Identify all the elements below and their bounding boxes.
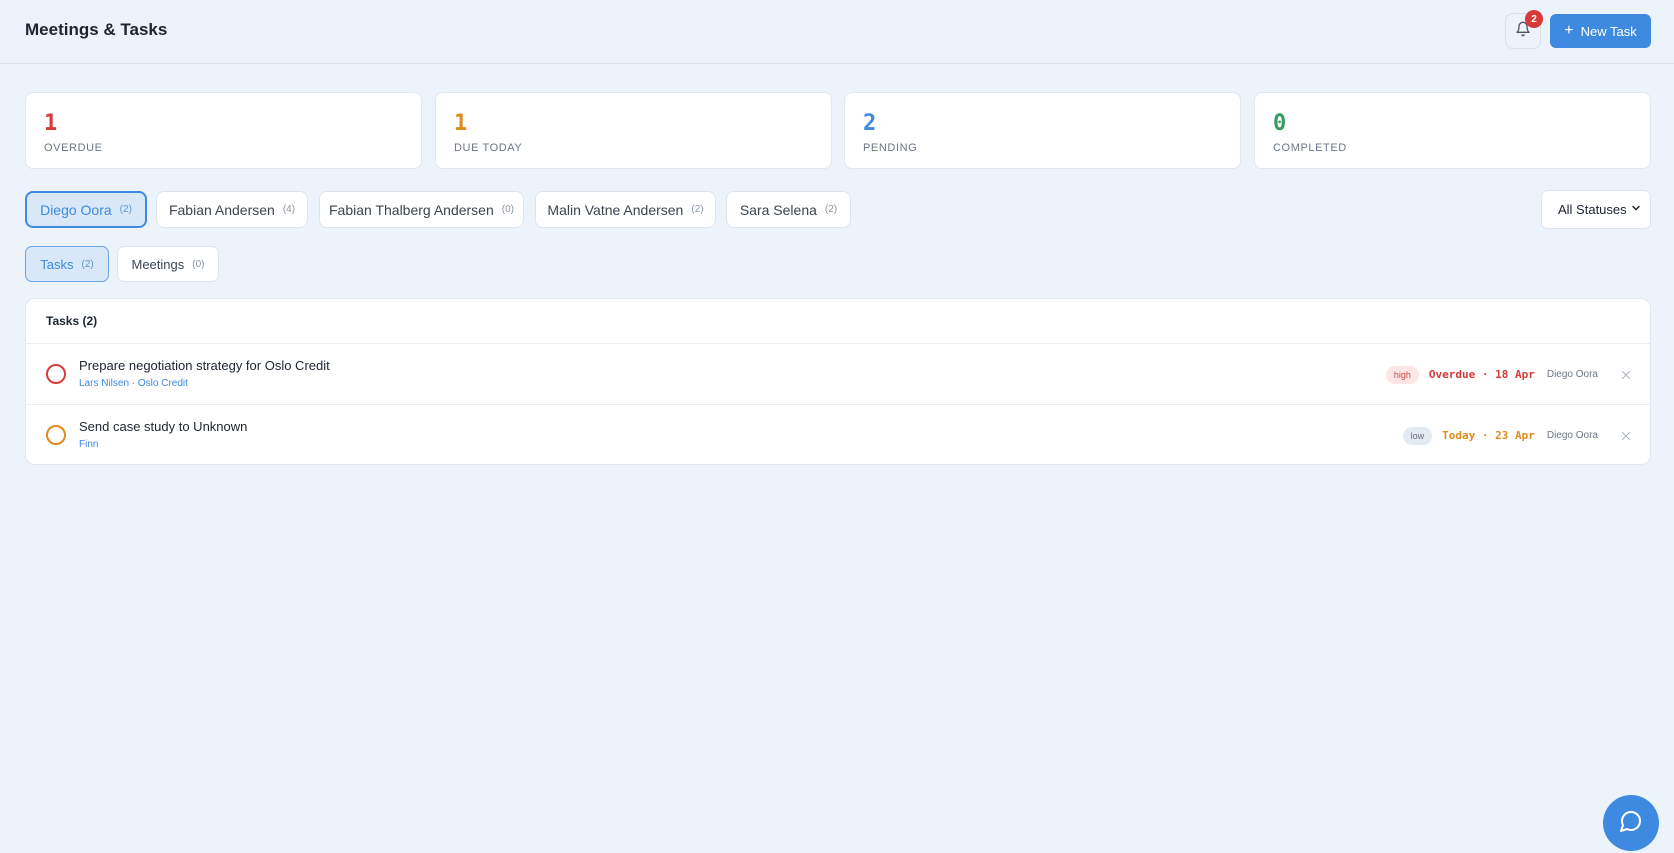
chat-button[interactable] bbox=[1603, 795, 1659, 851]
tasks-panel-title: Tasks (2) bbox=[46, 314, 98, 328]
stat-value: 2 bbox=[863, 111, 877, 136]
new-task-label: New Task bbox=[1580, 23, 1637, 39]
status-filter-value: All Statuses bbox=[1558, 202, 1627, 217]
priority-badge: high bbox=[1385, 365, 1419, 384]
task-complete-toggle[interactable] bbox=[46, 364, 66, 384]
person-name: Sara Selena bbox=[739, 201, 817, 218]
stat-card-overdue: 1 OVERDUE bbox=[25, 92, 422, 169]
top-bar: Meetings & Tasks 2 + New Task bbox=[0, 0, 1674, 64]
person-filter-diego-oora[interactable]: Diego Oora (2) bbox=[25, 191, 147, 228]
new-task-button[interactable]: + New Task bbox=[1550, 14, 1651, 48]
stat-label: OVERDUE bbox=[44, 142, 103, 154]
person-name: Diego Oora bbox=[40, 201, 112, 218]
status-filter-select[interactable]: All Statuses bbox=[1541, 190, 1651, 229]
person-filter-fabian-andersen[interactable]: Fabian Andersen (4) bbox=[156, 191, 308, 228]
person-count: (2) bbox=[119, 204, 132, 215]
task-contact-link[interactable]: Finn bbox=[79, 439, 98, 450]
person-filter-sara-selena[interactable]: Sara Selena (2) bbox=[726, 191, 851, 228]
person-count: (2) bbox=[824, 204, 838, 215]
tab-tasks[interactable]: Tasks (2) bbox=[25, 246, 109, 282]
tab-label: Tasks bbox=[40, 256, 74, 272]
task-complete-toggle[interactable] bbox=[46, 425, 66, 445]
stat-value: 1 bbox=[44, 111, 58, 136]
priority-badge: low bbox=[1402, 426, 1433, 445]
tab-label: Meetings bbox=[131, 256, 185, 272]
stat-value: 1 bbox=[454, 111, 468, 136]
close-icon[interactable] bbox=[1620, 369, 1632, 381]
task-contact-link[interactable]: Lars Nilsen · Oslo Credit bbox=[79, 378, 188, 389]
due-date: Overdue · 18 Apr bbox=[1428, 368, 1535, 381]
tasks-panel: Tasks (2) Prepare negotiation strategy f… bbox=[25, 298, 1651, 465]
page-title: Meetings & Tasks bbox=[25, 20, 168, 39]
person-name: Fabian Andersen bbox=[168, 201, 275, 218]
task-owner: Diego Oora bbox=[1546, 430, 1598, 441]
task-meta: high Overdue · 18 Apr Diego Oora bbox=[1385, 344, 1632, 405]
stat-label: COMPLETED bbox=[1273, 142, 1347, 154]
person-name: Fabian Thalberg Andersen bbox=[329, 201, 494, 218]
close-icon[interactable] bbox=[1620, 430, 1632, 442]
task-row[interactable]: Send case study to Unknown Finn low Toda… bbox=[26, 404, 1650, 464]
person-name: Malin Vatne Andersen bbox=[547, 201, 684, 218]
chevron-down-icon bbox=[1630, 202, 1642, 217]
plus-icon: + bbox=[1564, 22, 1574, 39]
notification-badge: 2 bbox=[1525, 10, 1543, 28]
stat-value: 0 bbox=[1273, 111, 1287, 136]
tab-meetings[interactable]: Meetings (0) bbox=[117, 246, 219, 282]
tab-count: (2) bbox=[81, 258, 94, 270]
person-count: (4) bbox=[282, 204, 296, 215]
task-row[interactable]: Prepare negotiation strategy for Oslo Cr… bbox=[26, 343, 1650, 404]
stat-card-pending: 2 PENDING bbox=[844, 92, 1241, 169]
stat-card-completed: 0 COMPLETED bbox=[1254, 92, 1651, 169]
due-date: Today · 23 Apr bbox=[1442, 429, 1535, 442]
stat-card-due-today: 1 DUE TODAY bbox=[435, 92, 832, 169]
person-filter-malin-vatne-andersen[interactable]: Malin Vatne Andersen (2) bbox=[535, 191, 716, 228]
task-title: Prepare negotiation strategy for Oslo Cr… bbox=[79, 358, 330, 373]
person-filter-fabian-thalberg-andersen[interactable]: Fabian Thalberg Andersen (0) bbox=[319, 191, 524, 228]
chat-bubble-icon bbox=[1619, 809, 1643, 838]
tab-count: (0) bbox=[192, 258, 205, 270]
person-count: (2) bbox=[691, 204, 704, 215]
task-owner: Diego Oora bbox=[1546, 369, 1598, 380]
task-meta: low Today · 23 Apr Diego Oora bbox=[1402, 405, 1632, 464]
stat-label: PENDING bbox=[863, 142, 918, 154]
person-count: (0) bbox=[501, 204, 514, 215]
stat-label: DUE TODAY bbox=[454, 142, 523, 154]
task-title: Send case study to Unknown bbox=[79, 419, 248, 434]
